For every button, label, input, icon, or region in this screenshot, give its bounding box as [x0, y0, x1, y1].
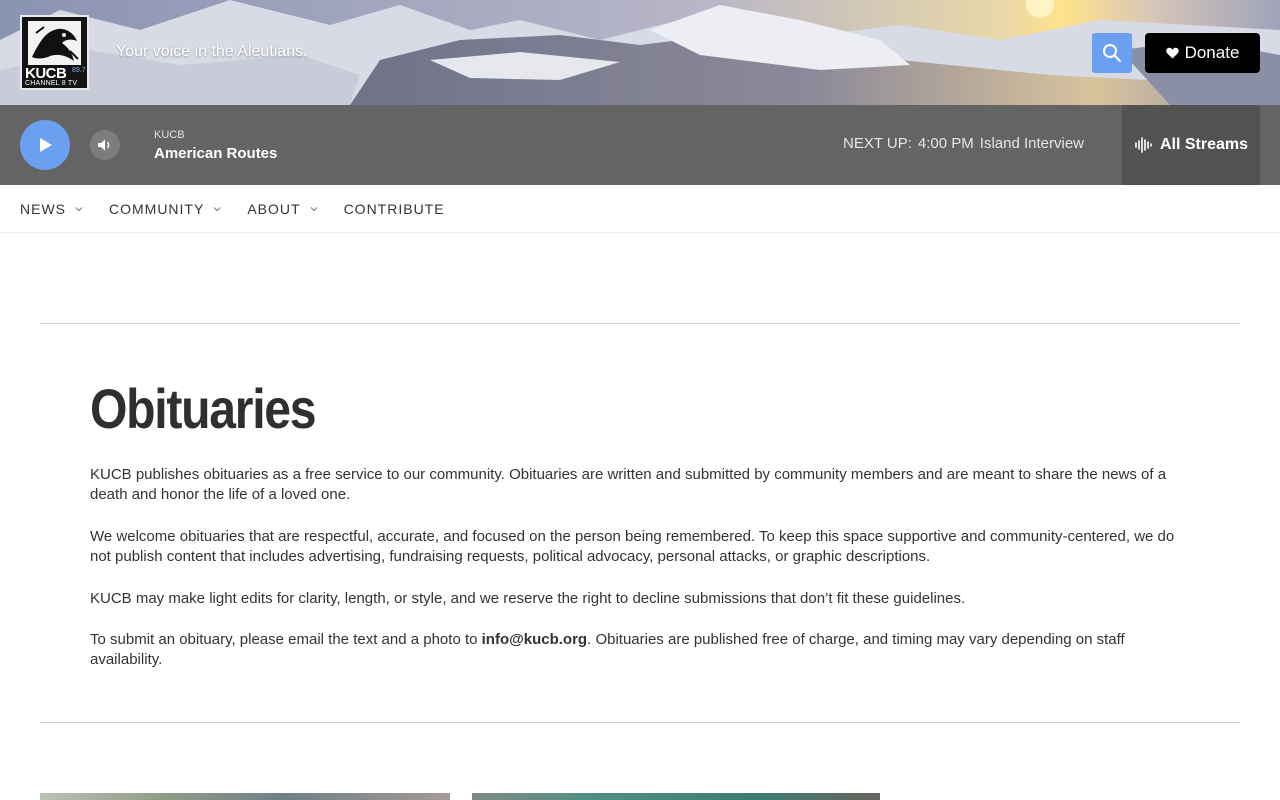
site-tagline: Your voice in the Aleutians.: [116, 43, 308, 60]
divider-top: [40, 323, 1240, 324]
submit-email-link[interactable]: info@kucb.org: [482, 631, 587, 648]
donate-button[interactable]: Donate: [1145, 33, 1260, 73]
obituary-thumbnail-image[interactable]: [40, 793, 450, 800]
volume-icon: [98, 139, 110, 151]
live-player-bar: KUCB American Routes NEXT UP: 4:00 PM Is…: [0, 105, 1280, 185]
submit-paragraph: To submit an obituary, please email the …: [90, 630, 1185, 670]
chevron-down-icon: [213, 206, 221, 211]
next-up-info: NEXT UP: 4:00 PM Island Interview: [843, 135, 1084, 152]
next-up-program[interactable]: Island Interview: [980, 135, 1084, 152]
player-station-name: KUCB: [154, 129, 185, 141]
play-button[interactable]: [20, 120, 70, 170]
nav-item-community[interactable]: COMMUNITY: [109, 201, 221, 217]
logo-channel: CHANNEL 8 TV: [25, 80, 78, 87]
nav-item-about[interactable]: ABOUT: [247, 201, 317, 217]
chevron-down-icon: [75, 206, 83, 211]
chevron-down-icon: [310, 206, 317, 211]
raven-logo-mark-icon: [28, 21, 81, 65]
volume-button[interactable]: [90, 130, 120, 160]
search-button[interactable]: [1092, 33, 1132, 73]
all-streams-button[interactable]: All Streams: [1122, 105, 1260, 185]
waveform-icon: [1135, 137, 1152, 153]
search-icon: [1103, 44, 1122, 63]
next-up-label: NEXT UP:: [843, 135, 912, 152]
edits-paragraph: KUCB may make light edits for clarity, l…: [90, 590, 966, 607]
submit-text-before: To submit an obituary, please email the …: [90, 631, 482, 648]
nav-item-label: NEWS: [20, 200, 66, 217]
station-logo[interactable]: KUCB 89.7 CHANNEL 8 TV: [20, 15, 89, 90]
nav-item-label: COMMUNITY: [109, 200, 205, 217]
all-streams-label: All Streams: [1159, 136, 1249, 153]
nav-item-label: CONTRIBUTE: [343, 200, 445, 217]
nav-item-contribute[interactable]: CONTRIBUTE: [344, 201, 445, 217]
next-up-time: 4:00 PM: [917, 135, 974, 152]
site-header: KUCB 89.7 CHANNEL 8 TV Your voice in the…: [0, 0, 1280, 105]
guidelines-paragraph: We welcome obituaries that are respectfu…: [90, 528, 1175, 565]
play-icon: [40, 138, 52, 152]
intro-paragraph: KUCB publishes obituaries as a free serv…: [90, 466, 1167, 503]
donate-label: Donate: [1184, 43, 1240, 62]
divider-bottom: [40, 722, 1240, 723]
logo-frequency: 89.7: [72, 67, 86, 74]
heart-icon: [1165, 47, 1179, 59]
page-title: Obituaries: [90, 377, 317, 440]
player-program-title[interactable]: American Routes: [154, 145, 277, 162]
obituary-thumbnail-image[interactable]: [472, 793, 880, 800]
main-nav: NEWS COMMUNITY ABOUT CONTRIBUTE: [0, 185, 1280, 233]
nav-item-news[interactable]: NEWS: [20, 201, 83, 217]
nav-item-label: ABOUT: [247, 200, 301, 217]
